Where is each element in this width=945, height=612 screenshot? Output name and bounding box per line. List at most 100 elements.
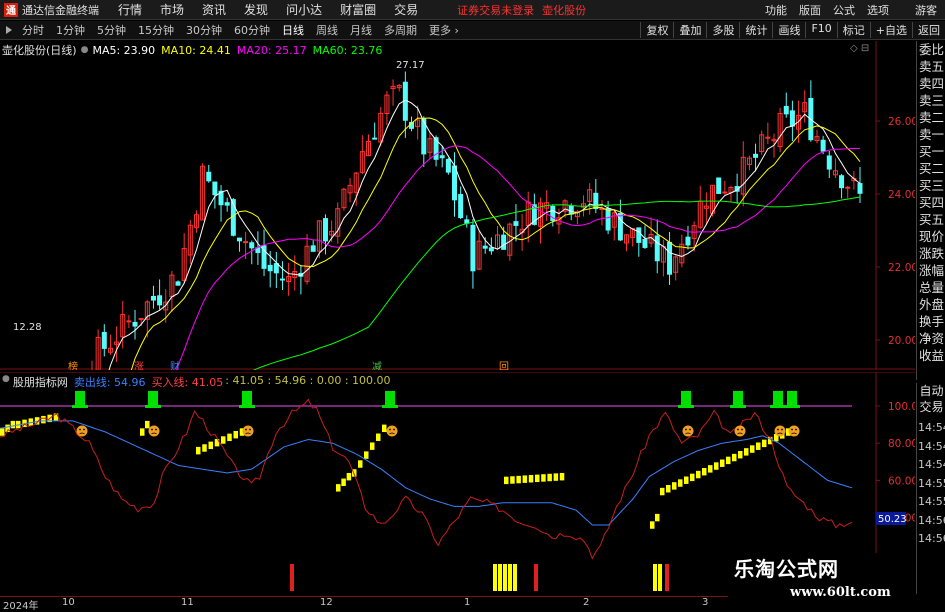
side-item-change-pct[interactable]: 涨幅 xyxy=(917,262,945,279)
candle-body xyxy=(783,105,789,115)
kline-chart[interactable]: 26.0024.0022.0020.0018.0016.0014.0012.00… xyxy=(0,41,918,612)
event-marker-zhang[interactable]: 涨 xyxy=(134,361,144,373)
period-multi[interactable]: 多周期 xyxy=(381,22,420,38)
period-30min[interactable]: 30分钟 xyxy=(183,22,225,38)
buy-line-label: 买入线: 41.05 xyxy=(151,376,224,389)
tick-time: 14:54 xyxy=(918,421,945,434)
back-button[interactable]: 返回 xyxy=(912,22,945,38)
tick-time: 14:54 xyxy=(918,458,945,471)
menu-function[interactable]: 功能 xyxy=(765,2,787,18)
signal-bar xyxy=(498,564,502,591)
period-more[interactable]: 更多 › xyxy=(426,22,462,38)
guest-user[interactable]: 游客 xyxy=(915,2,937,18)
face-eye xyxy=(791,428,793,431)
stock-title: 壶化股份(日线) xyxy=(2,44,77,57)
indicator-bar xyxy=(655,513,660,522)
overlay-button[interactable]: 叠加 xyxy=(673,22,706,38)
side-item-earnings[interactable]: 收益 xyxy=(917,347,945,364)
menu-layout[interactable]: 版面 xyxy=(799,2,821,18)
indicator-title: 股朋指标网 xyxy=(12,376,68,389)
add-watchlist-button[interactable]: +自选 xyxy=(869,22,912,38)
login-warning[interactable]: 证券交易未登录 xyxy=(457,2,534,18)
side-item-buy3[interactable]: 买三 xyxy=(917,177,945,194)
indicator-bar xyxy=(541,474,546,482)
candle-body xyxy=(654,235,660,262)
buy-signal-base xyxy=(72,405,88,408)
sell-signal-face-icon xyxy=(774,425,786,437)
period-60min[interactable]: 60分钟 xyxy=(231,22,273,38)
menu-item-market[interactable]: 市场 xyxy=(160,1,184,18)
side-item-sell1[interactable]: 卖一 xyxy=(917,126,945,143)
side-item-outer[interactable]: 外盘 xyxy=(917,296,945,313)
side-item-buy1[interactable]: 买一 xyxy=(917,143,945,160)
event-marker-cai[interactable]: 财 xyxy=(170,360,180,373)
candle-body xyxy=(667,241,673,275)
period-daily[interactable]: 日线 xyxy=(279,22,307,38)
indicator-bar xyxy=(358,460,363,468)
side-item-turnover[interactable]: 换手 xyxy=(917,313,945,330)
face-eye xyxy=(737,428,739,431)
signal-bar xyxy=(508,564,512,591)
candle-body xyxy=(820,139,826,152)
event-marker-bang[interactable]: 榜 xyxy=(68,360,78,373)
indicator-bar xyxy=(233,430,238,439)
candle-body xyxy=(310,245,316,252)
indicator-toggle-icon[interactable]: ● xyxy=(2,374,10,390)
signal-bar xyxy=(534,564,538,591)
menu-item-assistant[interactable]: 问小达 xyxy=(286,1,322,18)
menu-item-trade[interactable]: 交易 xyxy=(394,1,418,18)
main-menu: 行情 市场 资讯 发现 问小达 财富圈 交易 xyxy=(109,1,427,18)
side-item-buy5[interactable]: 买五 xyxy=(917,211,945,228)
chart-corner-icons[interactable]: ◇ ⊟ xyxy=(850,43,869,54)
side-item-net-assets[interactable]: 净资 xyxy=(917,330,945,347)
side-item-buy4[interactable]: 买四 xyxy=(917,194,945,211)
auto-trade-title[interactable]: 自动交易 xyxy=(917,383,945,415)
settings-toggle-icon[interactable]: ● xyxy=(81,45,89,55)
menu-formula[interactable]: 公式 xyxy=(833,2,855,18)
f10-button[interactable]: F10 xyxy=(805,22,836,38)
indicator-bar xyxy=(690,473,695,482)
indicator-bar xyxy=(364,451,369,459)
menu-options[interactable]: 选项 xyxy=(867,2,889,18)
period-15min[interactable]: 15分钟 xyxy=(135,22,177,38)
event-marker-jian[interactable]: 减 xyxy=(372,361,382,373)
price-tick-label: 26.00 xyxy=(888,116,915,128)
menu-item-quotes[interactable]: 行情 xyxy=(118,1,142,18)
period-intraday[interactable]: 分时 xyxy=(19,22,47,38)
statistics-button[interactable]: 统计 xyxy=(739,22,772,38)
signal-bar xyxy=(658,564,662,591)
indicator-bar xyxy=(370,442,375,450)
menu-item-discover[interactable]: 发现 xyxy=(244,1,268,18)
indicator-bar xyxy=(714,462,719,470)
period-monthly[interactable]: 月线 xyxy=(347,22,375,38)
side-item-volume[interactable]: 总量 xyxy=(917,279,945,296)
side-item-price[interactable]: 现价 xyxy=(917,228,945,245)
draw-line-button[interactable]: 画线 xyxy=(772,22,805,38)
mark-button[interactable]: 标记 xyxy=(836,22,870,38)
side-item-buy2[interactable]: 买二 xyxy=(917,160,945,177)
multi-stock-button[interactable]: 多股 xyxy=(706,22,739,38)
event-marker-hui[interactable]: 回 xyxy=(499,361,509,373)
indicator-bar xyxy=(696,470,701,479)
side-item-sell3[interactable]: 卖三 xyxy=(917,92,945,109)
menu-item-community[interactable]: 财富圈 xyxy=(340,1,376,18)
period-5min[interactable]: 5分钟 xyxy=(94,22,129,38)
price-tick-label: 22.00 xyxy=(888,262,915,274)
candle-body xyxy=(501,234,507,250)
play-icon[interactable] xyxy=(6,26,12,34)
side-item-sell2[interactable]: 卖二 xyxy=(917,109,945,126)
menu-item-news[interactable]: 资讯 xyxy=(202,1,226,18)
period-more-label: 更多 xyxy=(429,24,451,37)
indicator-values: : 41.05 : 54.96 : 0.00 : 100.00 xyxy=(225,374,391,387)
adjust-button[interactable]: 复权 xyxy=(640,22,673,38)
side-item-sell4[interactable]: 卖四 xyxy=(917,75,945,92)
face-eye xyxy=(151,428,153,431)
side-item-sell5[interactable]: 卖五 xyxy=(917,58,945,75)
candle-body xyxy=(101,331,107,349)
period-1min[interactable]: 1分钟 xyxy=(53,22,88,38)
period-weekly[interactable]: 周线 xyxy=(313,22,341,38)
face-eye xyxy=(777,428,779,431)
indicator-bar xyxy=(720,459,725,467)
side-item-weibi[interactable]: 委比 xyxy=(917,41,945,58)
side-item-change[interactable]: 涨跌 xyxy=(917,245,945,262)
